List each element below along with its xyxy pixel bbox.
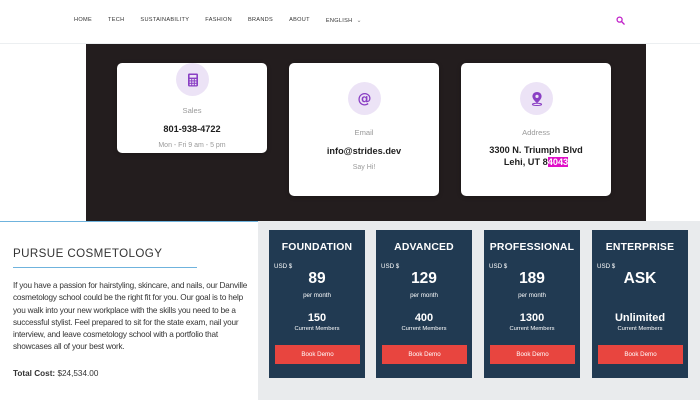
book-demo-button[interactable]: Book Demo (490, 345, 575, 364)
search-icon[interactable] (616, 16, 625, 25)
at-sign-icon: @ (357, 90, 372, 107)
book-demo-button[interactable]: Book Demo (275, 345, 360, 364)
total-cost: Total Cost: $24,534.00 (13, 369, 98, 378)
sales-label: Sales (182, 106, 202, 115)
nav-item-sustainability[interactable]: SUSTAINABILITY (140, 17, 189, 24)
plan-card-professional: PROFESSIONAL USD $ 189 per month 1300 Cu… (484, 230, 580, 378)
book-demo-button[interactable]: Book Demo (382, 345, 467, 364)
book-demo-button[interactable]: Book Demo (598, 345, 683, 364)
map-pin-icon (531, 92, 542, 106)
language-label: ENGLISH (325, 18, 353, 24)
email-address[interactable]: info@strides.dev (289, 145, 439, 157)
at-sign-icon-badge: @ (348, 82, 381, 115)
plan-card-advanced: ADVANCED USD $ 129 per month 400 Current… (376, 230, 472, 378)
title-underline (13, 267, 197, 268)
section-body: If you have a passion for hairstyling, s… (13, 281, 248, 352)
plan-members-label: Current Members (617, 326, 663, 332)
map-pin-icon-badge (520, 82, 553, 115)
contact-section: Sales 801-938-4722 Mon - Fri 9 am - 5 pm… (86, 44, 646, 222)
plan-price: 129 (411, 270, 437, 287)
email-label: Email (354, 128, 374, 137)
email-card: @ Email info@strides.dev Say Hi! (289, 63, 439, 196)
nav-item-tech[interactable]: TECH (108, 17, 124, 24)
chevron-down-icon: ⌄ (356, 18, 362, 24)
address-zip-highlight: 4043 (547, 157, 569, 167)
calculator-icon (187, 73, 198, 86)
plan-period: per month (410, 292, 438, 299)
plan-period: per month (303, 292, 331, 299)
sales-card: Sales 801-938-4722 Mon - Fri 9 am - 5 pm (117, 63, 267, 153)
section-divider (0, 221, 258, 222)
plan-members-label: Current Members (509, 326, 555, 332)
plan-name: FOUNDATION (281, 242, 353, 253)
plan-name: PROFESSIONAL (489, 242, 575, 253)
plan-period: per month (518, 292, 546, 299)
calculator-icon-badge (176, 63, 209, 96)
nav-item-fashion[interactable]: FASHION (205, 17, 232, 24)
top-navigation: HOME TECH SUSTAINABILITY FASHION BRANDS … (0, 0, 700, 44)
plan-members: 150 (307, 312, 327, 324)
plan-price: 189 (519, 270, 545, 287)
address-card: Address 3300 N. Triumph Blvd Lehi, UT 84… (461, 63, 611, 196)
total-cost-value: $24,534.00 (57, 369, 99, 378)
plan-card-foundation: FOUNDATION USD $ 89 per month 150 Curren… (269, 230, 365, 378)
plan-members-label: Current Members (401, 326, 447, 332)
address-line-2: Lehi, UT 84043 (461, 156, 611, 168)
nav-item-brands[interactable]: BRANDS (248, 17, 273, 24)
nav-item-home[interactable]: HOME (74, 17, 92, 24)
plan-currency: USD $ (597, 263, 616, 270)
nav-menu: HOME TECH SUSTAINABILITY FASHION BRANDS … (74, 17, 362, 24)
email-sub: Say Hi! (352, 164, 376, 171)
address-label: Address (522, 128, 550, 137)
total-cost-label: Total Cost: (13, 369, 56, 378)
address-line-1: 3300 N. Triumph Blvd (489, 145, 583, 155)
plan-price: 89 (308, 270, 326, 287)
plan-name: ADVANCED (394, 242, 454, 253)
plan-currency: USD $ (381, 263, 400, 270)
language-selector[interactable]: ENGLISH ⌄ (326, 17, 362, 24)
plan-members-label: Current Members (294, 326, 340, 332)
plan-currency: USD $ (274, 263, 293, 270)
plan-currency: USD $ (489, 263, 508, 270)
section-title: PURSUE COSMETOLOGY (13, 247, 163, 260)
plan-price: ASK (623, 270, 657, 287)
plan-name: ENTERPRISE (605, 242, 675, 253)
nav-item-about[interactable]: ABOUT (289, 17, 310, 24)
plan-members: 1300 (519, 312, 545, 324)
plan-card-enterprise: ENTERPRISE USD $ ASK Unlimited Current M… (592, 230, 688, 378)
sales-hours: Mon - Fri 9 am - 5 pm (158, 142, 226, 149)
plan-members: 400 (414, 312, 434, 324)
address-city-state: Lehi, UT 8 (503, 157, 548, 167)
plan-members: Unlimited (614, 312, 666, 324)
sales-phone[interactable]: 801-938-4722 (117, 123, 267, 135)
